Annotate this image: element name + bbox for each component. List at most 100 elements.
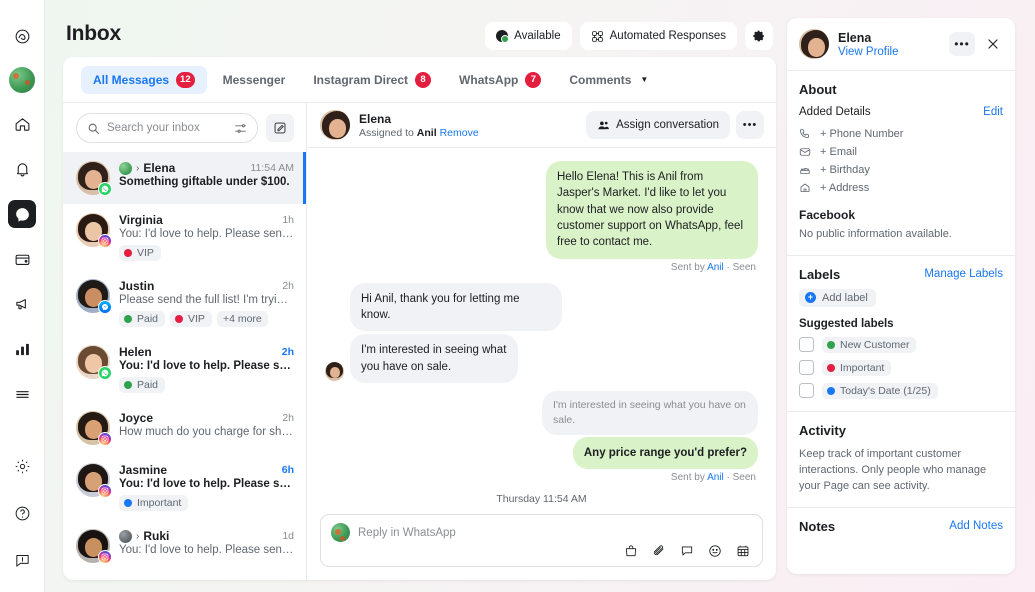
list-item-time: 1d [282,530,294,542]
label-checkbox[interactable] [799,360,814,376]
availability-status-icon [496,30,510,43]
header-actions: Available Automated Responses [485,22,773,50]
add-notes-link[interactable]: Add Notes [949,520,1003,532]
view-profile-link[interactable]: View Profile [838,46,899,58]
label-checkbox[interactable] [799,337,814,353]
edit-details-link[interactable]: Edit [983,106,1003,118]
calendar-icon[interactable] [736,544,750,558]
thread-assignment: Assigned to Anil Remove [359,127,479,139]
status-badge[interactable]: Paid [119,377,166,393]
automated-responses-button[interactable]: Automated Responses [579,22,737,50]
assign-conversation-label: Assign conversation [616,119,719,131]
tab-all-messages[interactable]: All Messages 12 [81,65,207,94]
search-placeholder: Search your inbox [107,122,200,134]
inbox-settings-button[interactable] [745,22,773,50]
label-checkbox[interactable] [799,383,814,399]
added-details-row: Added Details Edit [799,106,1003,118]
message-sender-link[interactable]: Anil [707,472,724,483]
assign-conversation-button[interactable]: Assign conversation [586,111,730,139]
activity-title: Activity [799,422,846,438]
profile-more-button[interactable]: ••• [949,32,975,56]
notifications-bell-icon[interactable] [8,155,36,183]
status-badge[interactable]: Important [822,359,892,376]
page-badge-icon [119,529,132,543]
list-item-tags: Paid VIP +4 more [119,311,294,327]
message-bubble-incoming: Hi Anil, thank you for letting me know. [350,282,562,332]
list-item[interactable]: › Elena 11:54 AM Something giftable unde… [63,152,306,204]
composer-tools [331,544,752,558]
message-quote-reply: I'm interested in seeing what you have o… [542,390,758,435]
thread-header-actions: Assign conversation ••• [586,111,764,139]
add-email[interactable]: + Email [799,143,1003,161]
add-phone-number[interactable]: + Phone Number [799,125,1003,143]
shopping-bag-icon[interactable] [624,544,638,558]
thread-more-button[interactable]: ••• [736,111,764,139]
tab-comments-label: Comments [569,72,632,87]
list-item-snippet: You: I'd love to help. Please send me s.… [119,478,294,490]
help-question-icon[interactable] [8,499,36,527]
status-badge[interactable]: Today's Date (1/25) [822,382,938,399]
add-label-button[interactable]: + Add label [799,288,876,307]
tab-instagram-direct-label: Instagram Direct [313,72,409,87]
close-icon[interactable] [981,32,1005,56]
tag-label: New Customer [840,338,910,351]
inbox-card: All Messages 12 Messenger Instagram Dire… [63,57,776,580]
tab-whatsapp[interactable]: WhatsApp 7 [447,66,553,94]
add-address[interactable]: + Address [799,179,1003,197]
remove-assignment-link[interactable]: Remove [440,127,479,139]
message-list: Hello Elena! This is Anil from Jasper's … [307,148,776,514]
search-icon [87,122,100,135]
whatsapp-channel-icon [98,182,112,196]
notes-header: Notes Add Notes [799,519,1003,534]
add-birthday[interactable]: + Birthday [799,161,1003,179]
conversation-list: › Elena 11:54 AM Something giftable unde… [63,152,306,580]
page-avatar[interactable] [9,67,35,93]
bar-chart-insights-icon[interactable] [8,335,36,363]
labels-header: Labels Manage Labels [799,267,1003,282]
list-item-snippet: Please send the full list! I'm trying to… [119,294,294,306]
list-item-time: 1h [282,214,294,226]
status-badge[interactable]: Paid [119,311,166,327]
list-item[interactable]: Jasmine 6h You: I'd love to help. Please… [63,454,306,520]
home-icon[interactable] [8,110,36,138]
tab-whatsapp-label: WhatsApp [459,72,519,87]
tab-instagram-direct[interactable]: Instagram Direct 8 [301,66,443,94]
compose-message-button[interactable] [266,114,294,142]
list-item-time: 2h [281,346,294,358]
message-bubble-outgoing: Any price range you'd prefer? [572,436,758,470]
list-item[interactable]: › Ruki 1d You: I'd love to help. Please … [63,520,306,572]
settings-gear-icon[interactable] [8,452,36,480]
automation-grid-icon [591,30,604,43]
availability-button[interactable]: Available [485,22,572,50]
emoji-icon[interactable] [708,544,722,558]
thread-contact-name: Elena [359,111,392,126]
status-badge[interactable]: Important [119,495,189,511]
paperclip-icon[interactable] [652,544,666,558]
conversation-list-column: Search your inbox › Elena 11:54 AM Somet… [63,103,307,580]
inbox-chat-icon[interactable] [8,200,36,228]
tab-messenger[interactable]: Messenger [211,67,298,93]
status-badge[interactable]: VIP [119,245,161,261]
status-badge[interactable]: VIP [170,311,212,327]
saved-reply-icon[interactable] [680,544,694,558]
more-tags-badge[interactable]: +4 more [216,311,268,327]
list-item[interactable]: Joyce 2h How much do you charge for ship… [63,402,306,454]
list-item[interactable]: Justin 2h Please send the full list! I'm… [63,270,306,336]
plus-icon: + [805,292,816,304]
menu-hamburger-icon[interactable] [8,380,36,408]
feedback-icon[interactable] [8,546,36,574]
filter-icon[interactable] [234,122,247,135]
manage-labels-link[interactable]: Manage Labels [924,268,1003,280]
meta-logo-icon[interactable] [8,22,36,50]
status-badge[interactable]: New Customer [822,336,917,353]
message-sender-link[interactable]: Anil [707,262,724,273]
megaphone-ads-icon[interactable] [8,290,36,318]
list-item-header: Joyce 2h [119,411,294,425]
list-item[interactable]: Helen 2h You: I'd love to help. Please s… [63,336,306,402]
list-item[interactable]: Virginia 1h You: I'd love to help. Pleas… [63,204,306,270]
wallet-card-icon[interactable] [8,245,36,273]
tab-comments[interactable]: Comments ▼ [557,67,660,93]
list-item-snippet: You: I'd love to help. Please send me s.… [119,544,294,556]
search-input[interactable]: Search your inbox [76,113,258,143]
reply-composer[interactable]: Reply in WhatsApp [320,514,763,567]
